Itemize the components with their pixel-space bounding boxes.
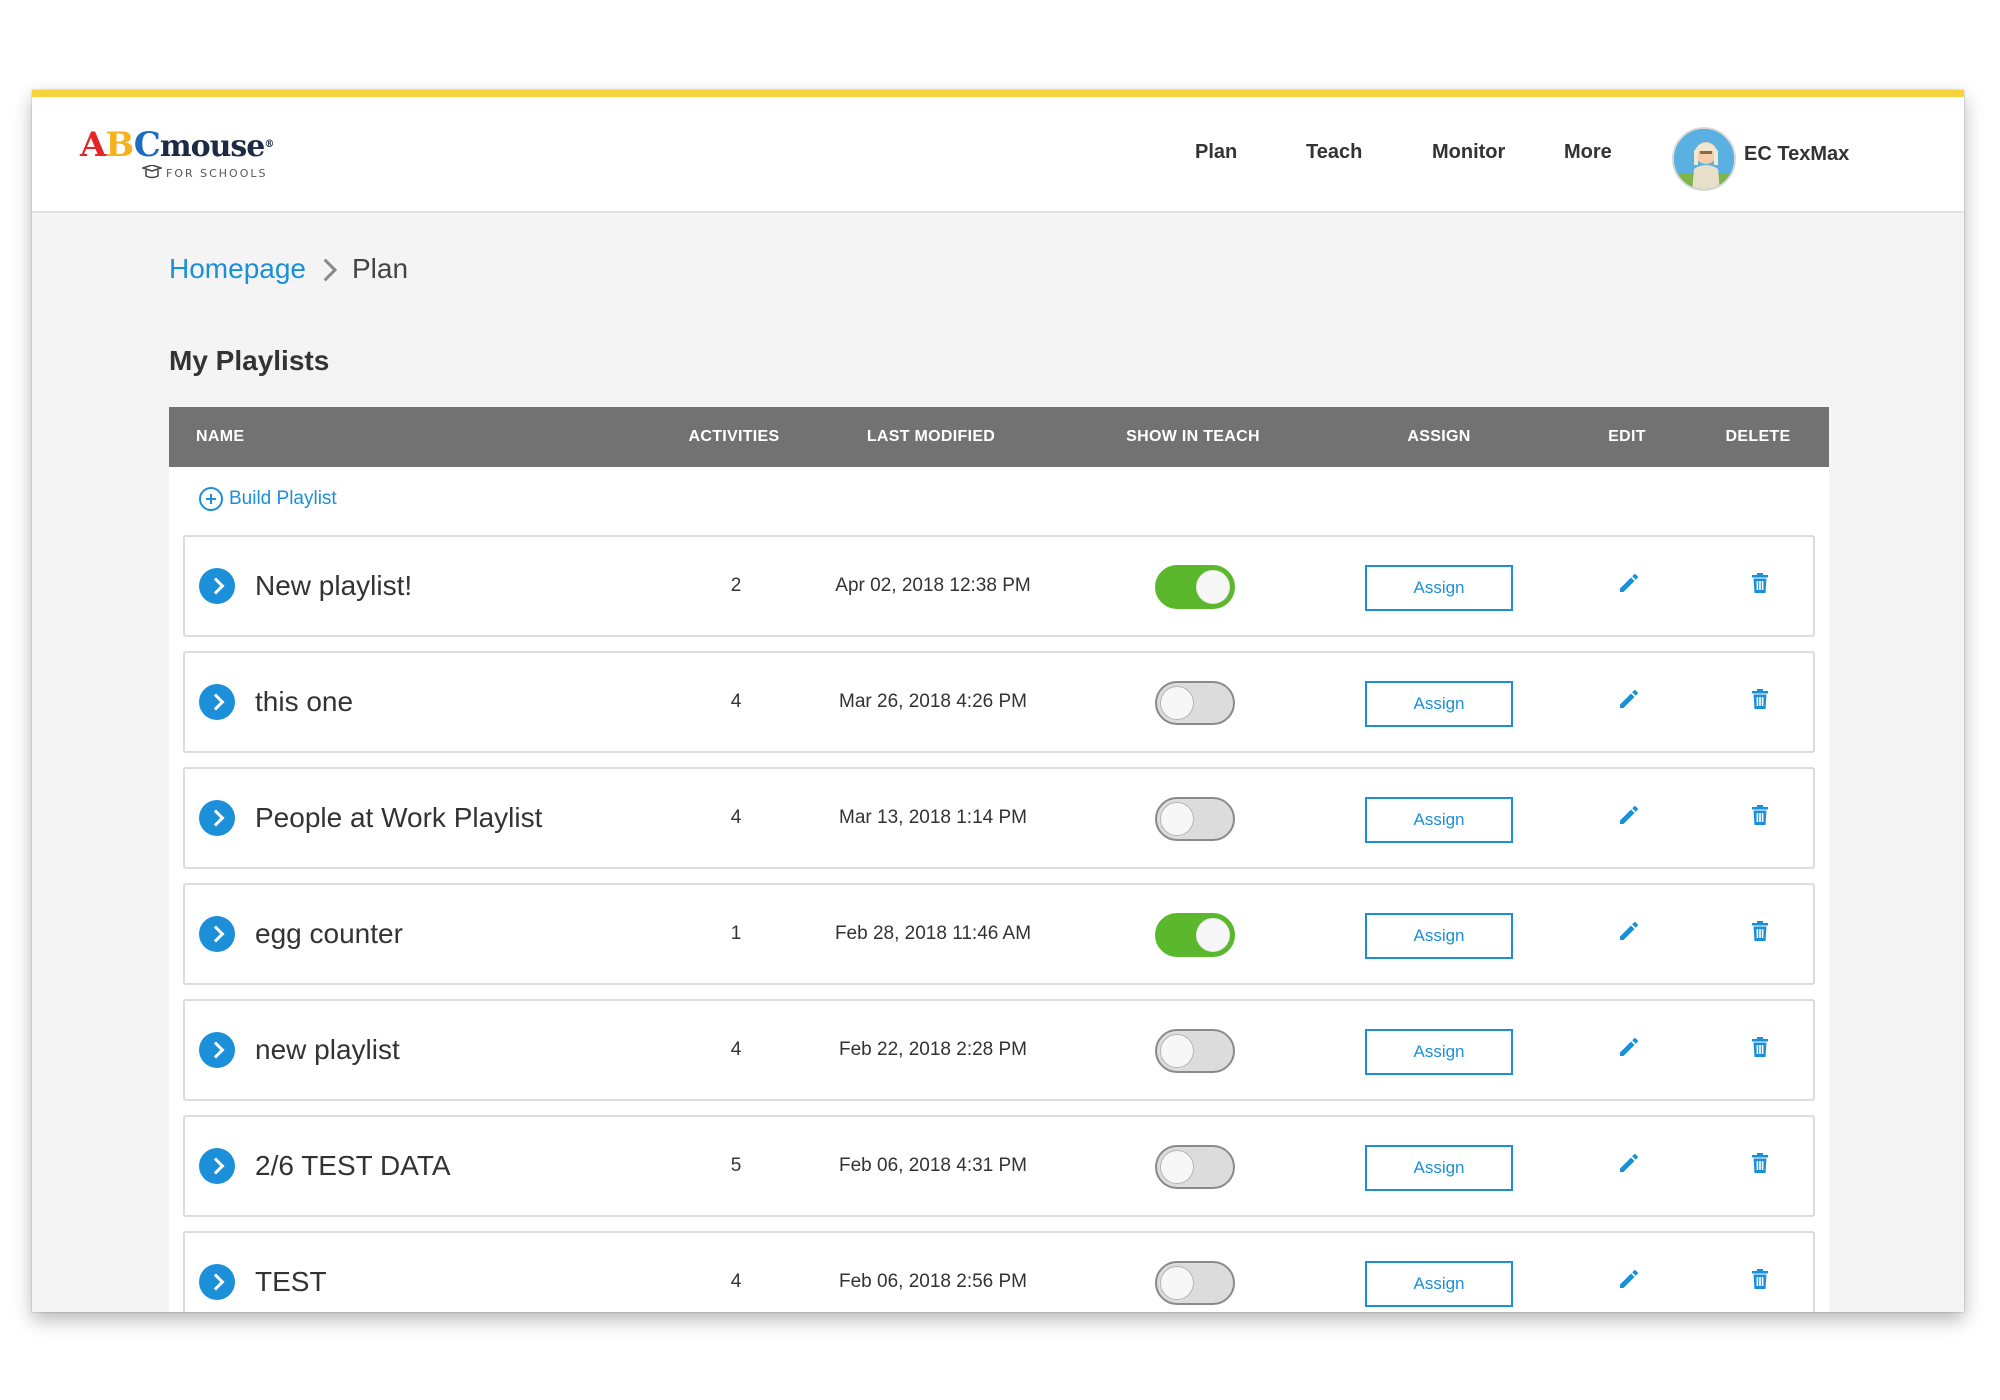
trash-icon[interactable]: [1748, 1267, 1772, 1291]
assign-button[interactable]: Assign: [1365, 797, 1513, 843]
table-row: this one 4 Mar 26, 2018 4:26 PM Assign: [183, 651, 1815, 753]
nav-plan[interactable]: Plan: [1195, 141, 1237, 164]
playlist-name: 2/6 TEST DATA: [255, 1150, 451, 1181]
toggle-knob: [1196, 918, 1230, 952]
activities-count: 5: [730, 1155, 742, 1176]
pencil-icon[interactable]: [1617, 687, 1641, 711]
toggle-knob: [1160, 686, 1194, 720]
activities-count: 2: [730, 575, 742, 596]
last-modified: Feb 06, 2018 2:56 PM: [838, 1271, 1028, 1292]
activities-count: 4: [730, 1039, 742, 1060]
show-in-teach-toggle[interactable]: [1155, 797, 1235, 841]
column-header-activities: ACTIVITIES: [688, 428, 780, 445]
breadcrumb-homepage[interactable]: Homepage: [169, 253, 306, 284]
column-header-delete: DELETE: [1725, 428, 1791, 445]
table-row: new playlist 4 Feb 22, 2018 2:28 PM Assi…: [183, 999, 1815, 1101]
toggle-knob: [1196, 570, 1230, 604]
table-row: People at Work Playlist 4 Mar 13, 2018 1…: [183, 767, 1815, 869]
expand-chevron-icon[interactable]: [199, 1264, 235, 1300]
playlist-name: New playlist!: [255, 570, 413, 601]
assign-button[interactable]: Assign: [1365, 1145, 1513, 1191]
trash-icon[interactable]: [1748, 803, 1772, 827]
toggle-knob: [1160, 1034, 1194, 1068]
playlist-name: People at Work Playlist: [255, 802, 543, 833]
show-in-teach-toggle[interactable]: [1155, 1261, 1235, 1305]
show-in-teach-toggle[interactable]: [1155, 1029, 1235, 1073]
build-playlist-label: Build Playlist: [229, 488, 337, 509]
pencil-icon[interactable]: [1617, 1267, 1641, 1291]
expand-chevron-icon[interactable]: [199, 568, 235, 604]
breadcrumb: Homepage Plan: [169, 253, 408, 285]
table-header: NAME ACTIVITIES LAST MODIFIED SHOW IN TE…: [169, 407, 1829, 467]
last-modified: Feb 22, 2018 2:28 PM: [838, 1039, 1028, 1060]
avatar-icon[interactable]: [1672, 127, 1736, 191]
logo-subtitle: FOR SCHOOLS: [166, 167, 268, 180]
playlists-table: NAME ACTIVITIES LAST MODIFIED SHOW IN TE…: [169, 407, 1829, 1312]
assign-button[interactable]: Assign: [1365, 565, 1513, 611]
nav-teach[interactable]: Teach: [1306, 141, 1362, 164]
abcmouse-logo[interactable]: ABCmouse® FOR SCHOOLS: [80, 127, 320, 187]
nav-more[interactable]: More: [1564, 141, 1612, 164]
chevron-right-icon: [314, 258, 338, 282]
user-name[interactable]: EC TexMax: [1744, 143, 1849, 166]
activities-count: 4: [730, 1271, 742, 1292]
trash-icon[interactable]: [1748, 919, 1772, 943]
show-in-teach-toggle[interactable]: [1155, 913, 1235, 957]
last-modified: Mar 26, 2018 4:26 PM: [839, 691, 1027, 712]
page-title: My Playlists: [169, 345, 330, 376]
expand-chevron-icon[interactable]: [199, 1148, 235, 1184]
last-modified: Mar 13, 2018 1:14 PM: [839, 807, 1027, 828]
trash-icon[interactable]: [1748, 687, 1772, 711]
graduation-cap-icon: [142, 165, 162, 179]
show-in-teach-toggle[interactable]: [1155, 565, 1235, 609]
pencil-icon[interactable]: [1617, 803, 1641, 827]
last-modified: Feb 06, 2018 4:31 PM: [838, 1155, 1028, 1176]
show-in-teach-toggle[interactable]: [1155, 681, 1235, 725]
playlist-name: TEST: [255, 1266, 327, 1297]
expand-chevron-icon[interactable]: [199, 1032, 235, 1068]
table-row: New playlist! 2 Apr 02, 2018 12:38 PM As…: [183, 535, 1815, 637]
assign-button[interactable]: Assign: [1365, 681, 1513, 727]
pencil-icon[interactable]: [1617, 1035, 1641, 1059]
pencil-icon[interactable]: [1617, 1151, 1641, 1175]
table-row: egg counter 1 Feb 28, 2018 11:46 AM Assi…: [183, 883, 1815, 985]
assign-button[interactable]: Assign: [1365, 913, 1513, 959]
logo-wordmark: ABCmouse®: [80, 125, 274, 165]
column-header-name: NAME: [196, 428, 245, 445]
nav-monitor[interactable]: Monitor: [1432, 141, 1505, 164]
expand-chevron-icon[interactable]: [199, 684, 235, 720]
table-row: TEST 4 Feb 06, 2018 2:56 PM Assign: [183, 1231, 1815, 1312]
trash-icon[interactable]: [1748, 571, 1772, 595]
top-navigation-bar: ABCmouse® FOR SCHOOLS Plan Teach Monitor…: [32, 97, 1964, 213]
table-row: 2/6 TEST DATA 5 Feb 06, 2018 4:31 PM Ass…: [183, 1115, 1815, 1217]
playlist-name: this one: [255, 686, 354, 717]
last-modified: Apr 02, 2018 12:38 PM: [835, 575, 1031, 596]
plus-circle-icon: [199, 487, 223, 511]
app-window: ABCmouse® FOR SCHOOLS Plan Teach Monitor…: [32, 90, 1964, 1312]
trash-icon[interactable]: [1748, 1151, 1772, 1175]
toggle-knob: [1160, 1150, 1194, 1184]
pencil-icon[interactable]: [1617, 919, 1641, 943]
expand-chevron-icon[interactable]: [199, 800, 235, 836]
assign-button[interactable]: Assign: [1365, 1029, 1513, 1075]
toggle-knob: [1160, 1266, 1194, 1300]
playlist-name: new playlist: [255, 1034, 400, 1065]
build-playlist-link[interactable]: Build Playlist: [199, 487, 337, 511]
pencil-icon[interactable]: [1617, 571, 1641, 595]
activities-count: 4: [730, 807, 742, 828]
show-in-teach-toggle[interactable]: [1155, 1145, 1235, 1189]
last-modified: Feb 28, 2018 11:46 AM: [834, 923, 1032, 944]
column-header-last-modified: LAST MODIFIED: [866, 428, 996, 445]
column-header-assign: ASSIGN: [1407, 428, 1471, 445]
column-header-show-in-teach: SHOW IN TEACH: [1126, 428, 1260, 445]
playlist-name: egg counter: [255, 918, 403, 949]
activities-count: 4: [730, 691, 742, 712]
assign-button[interactable]: Assign: [1365, 1261, 1513, 1307]
column-header-edit: EDIT: [1608, 428, 1646, 445]
expand-chevron-icon[interactable]: [199, 916, 235, 952]
breadcrumb-current: Plan: [351, 253, 409, 284]
trash-icon[interactable]: [1748, 1035, 1772, 1059]
activities-count: 1: [730, 923, 742, 944]
toggle-knob: [1160, 802, 1194, 836]
